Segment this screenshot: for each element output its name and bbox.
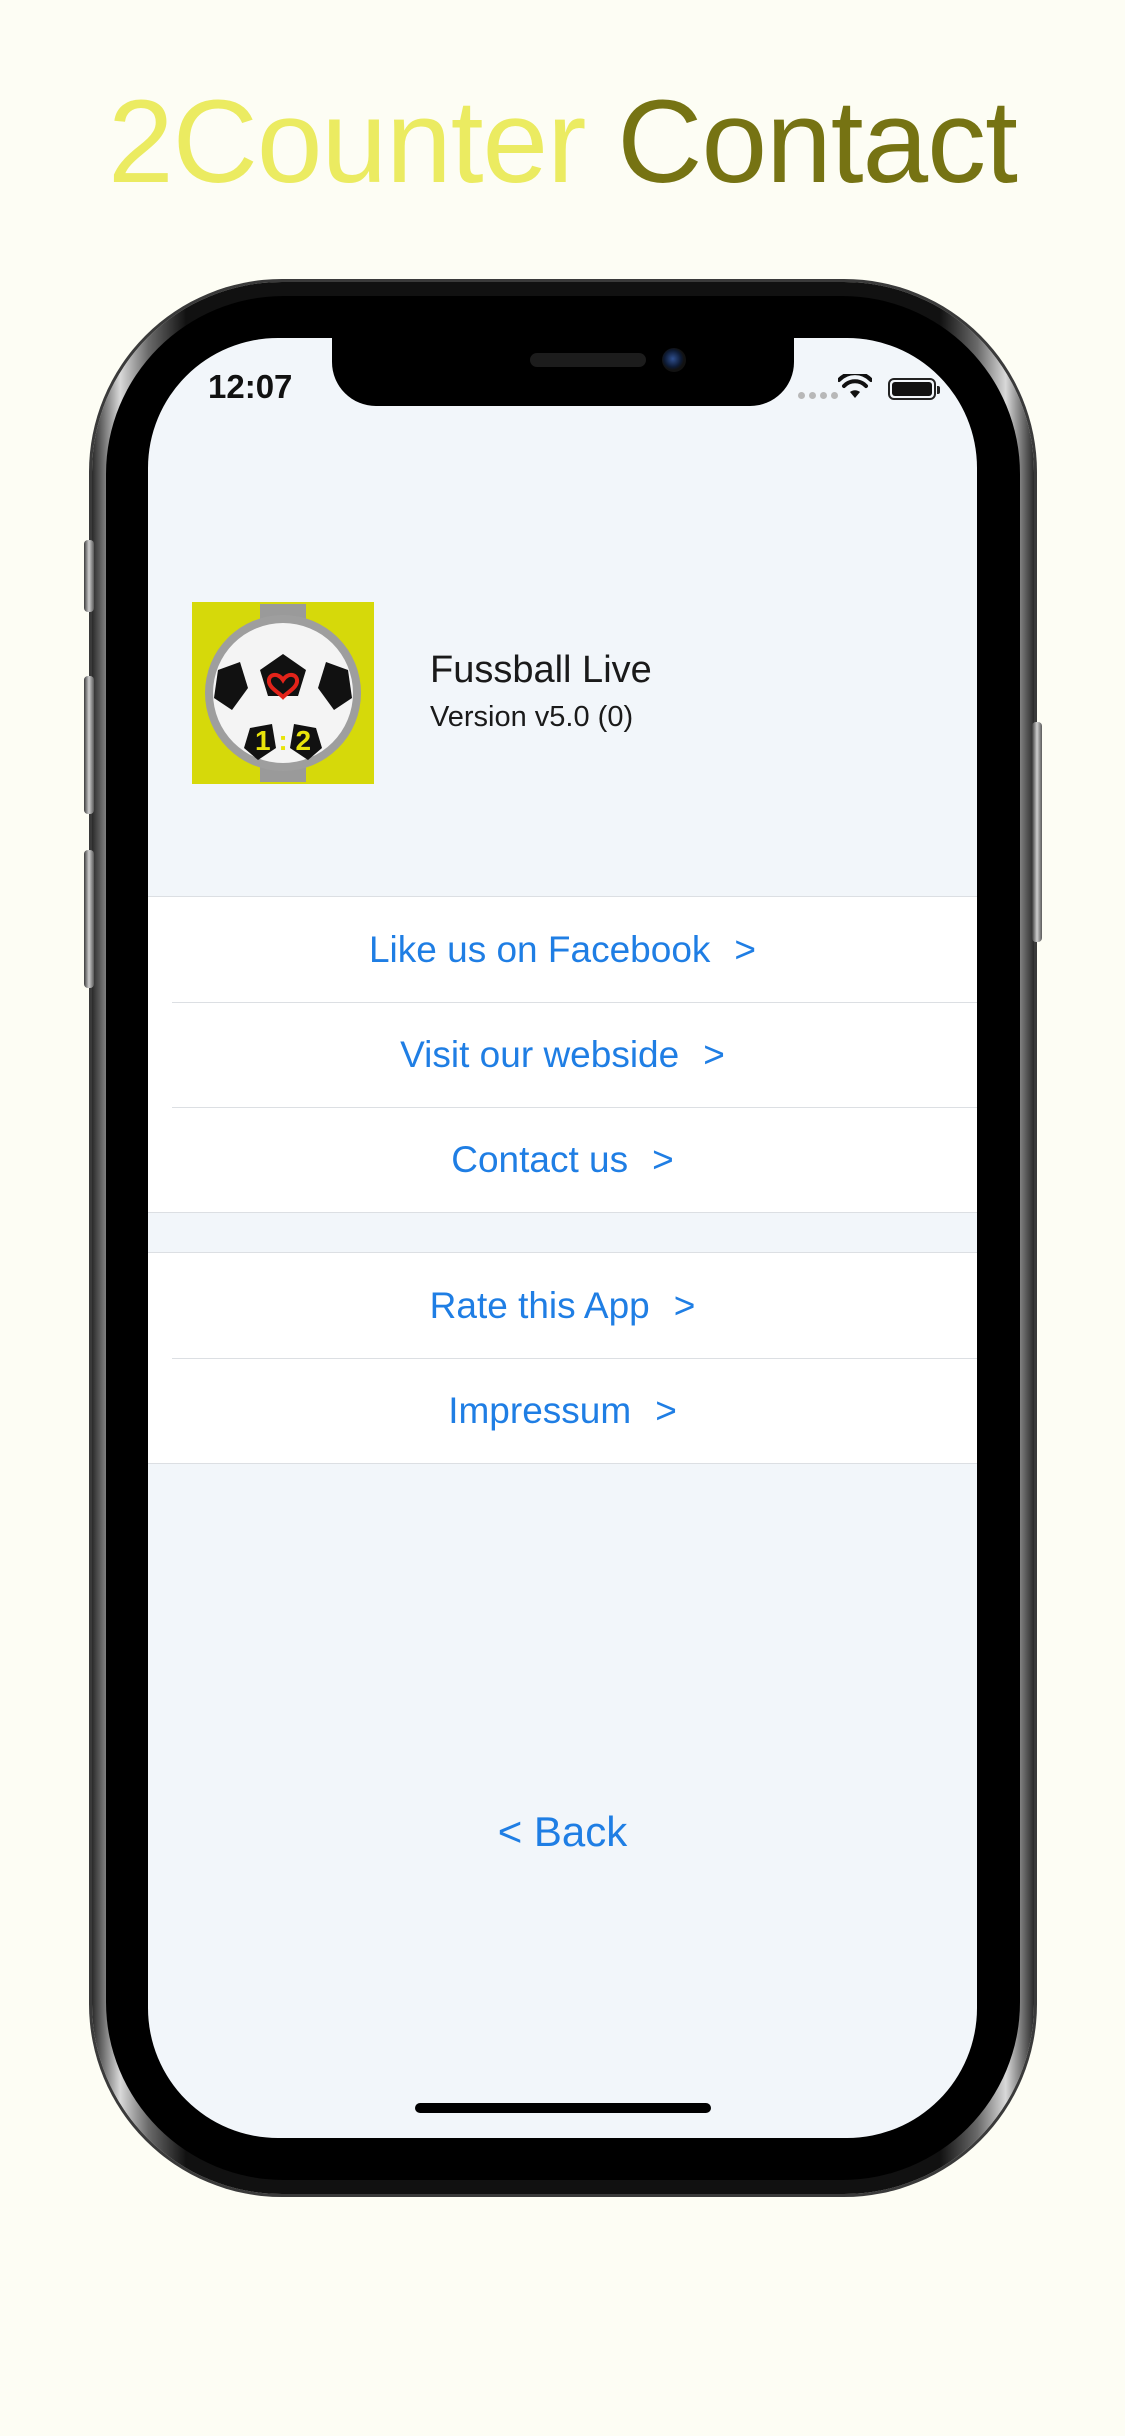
chevron-right-icon: >: [703, 1033, 725, 1075]
soccer-ball-icon: 1 : 2: [192, 602, 374, 784]
app-icon: 1 : 2: [192, 602, 374, 784]
visit-website-label: Visit our webside: [400, 1033, 680, 1075]
rate-app-link[interactable]: Rate this App >: [148, 1253, 977, 1358]
wifi-icon: [838, 374, 872, 398]
front-camera: [662, 348, 686, 372]
cellular-signal-icon: [798, 392, 838, 399]
headline-word-contact: Contact: [617, 76, 1018, 208]
home-indicator[interactable]: [415, 2103, 711, 2113]
status-time: 12:07: [208, 368, 293, 405]
page-headline: 2Counter Contact: [0, 72, 1125, 212]
chevron-right-icon: >: [655, 1389, 677, 1431]
phone-mute-switch: [84, 540, 94, 612]
impressum-link[interactable]: Impressum >: [148, 1358, 977, 1463]
notch: [332, 338, 794, 406]
headline-word-2counter: 2Counter: [108, 76, 586, 208]
svg-text:1 : 2: 1 : 2: [255, 725, 311, 756]
rate-app-label: Rate this App: [429, 1284, 650, 1326]
chevron-right-icon: >: [673, 1284, 696, 1326]
like-facebook-label: Like us on Facebook: [368, 928, 711, 970]
phone-screen: 12:07 1 : 2 Fussball Live Version v5.0 (…: [148, 338, 977, 2138]
chevron-right-icon: >: [652, 1138, 674, 1180]
like-facebook-link[interactable]: Like us on Facebook >: [148, 897, 977, 1002]
app-version: Version v5.0 (0): [430, 701, 634, 733]
contact-us-label: Contact us: [451, 1138, 629, 1180]
battery-icon: [888, 378, 940, 400]
phone-power-button: [1032, 722, 1042, 942]
links-group-app: Rate this App > Impressum >: [148, 1252, 977, 1464]
visit-website-link[interactable]: Visit our webside >: [148, 1002, 977, 1107]
earpiece-speaker: [530, 353, 646, 367]
links-group-social: Like us on Facebook > Visit our webside …: [148, 896, 977, 1213]
phone-volume-down-button: [84, 850, 94, 988]
chevron-right-icon: >: [734, 928, 757, 970]
impressum-label: Impressum: [448, 1389, 632, 1431]
app-name: Fussball Live: [430, 649, 652, 691]
back-button[interactable]: < Back: [148, 1808, 977, 1856]
contact-us-link[interactable]: Contact us >: [148, 1107, 977, 1212]
phone-volume-up-button: [84, 676, 94, 814]
